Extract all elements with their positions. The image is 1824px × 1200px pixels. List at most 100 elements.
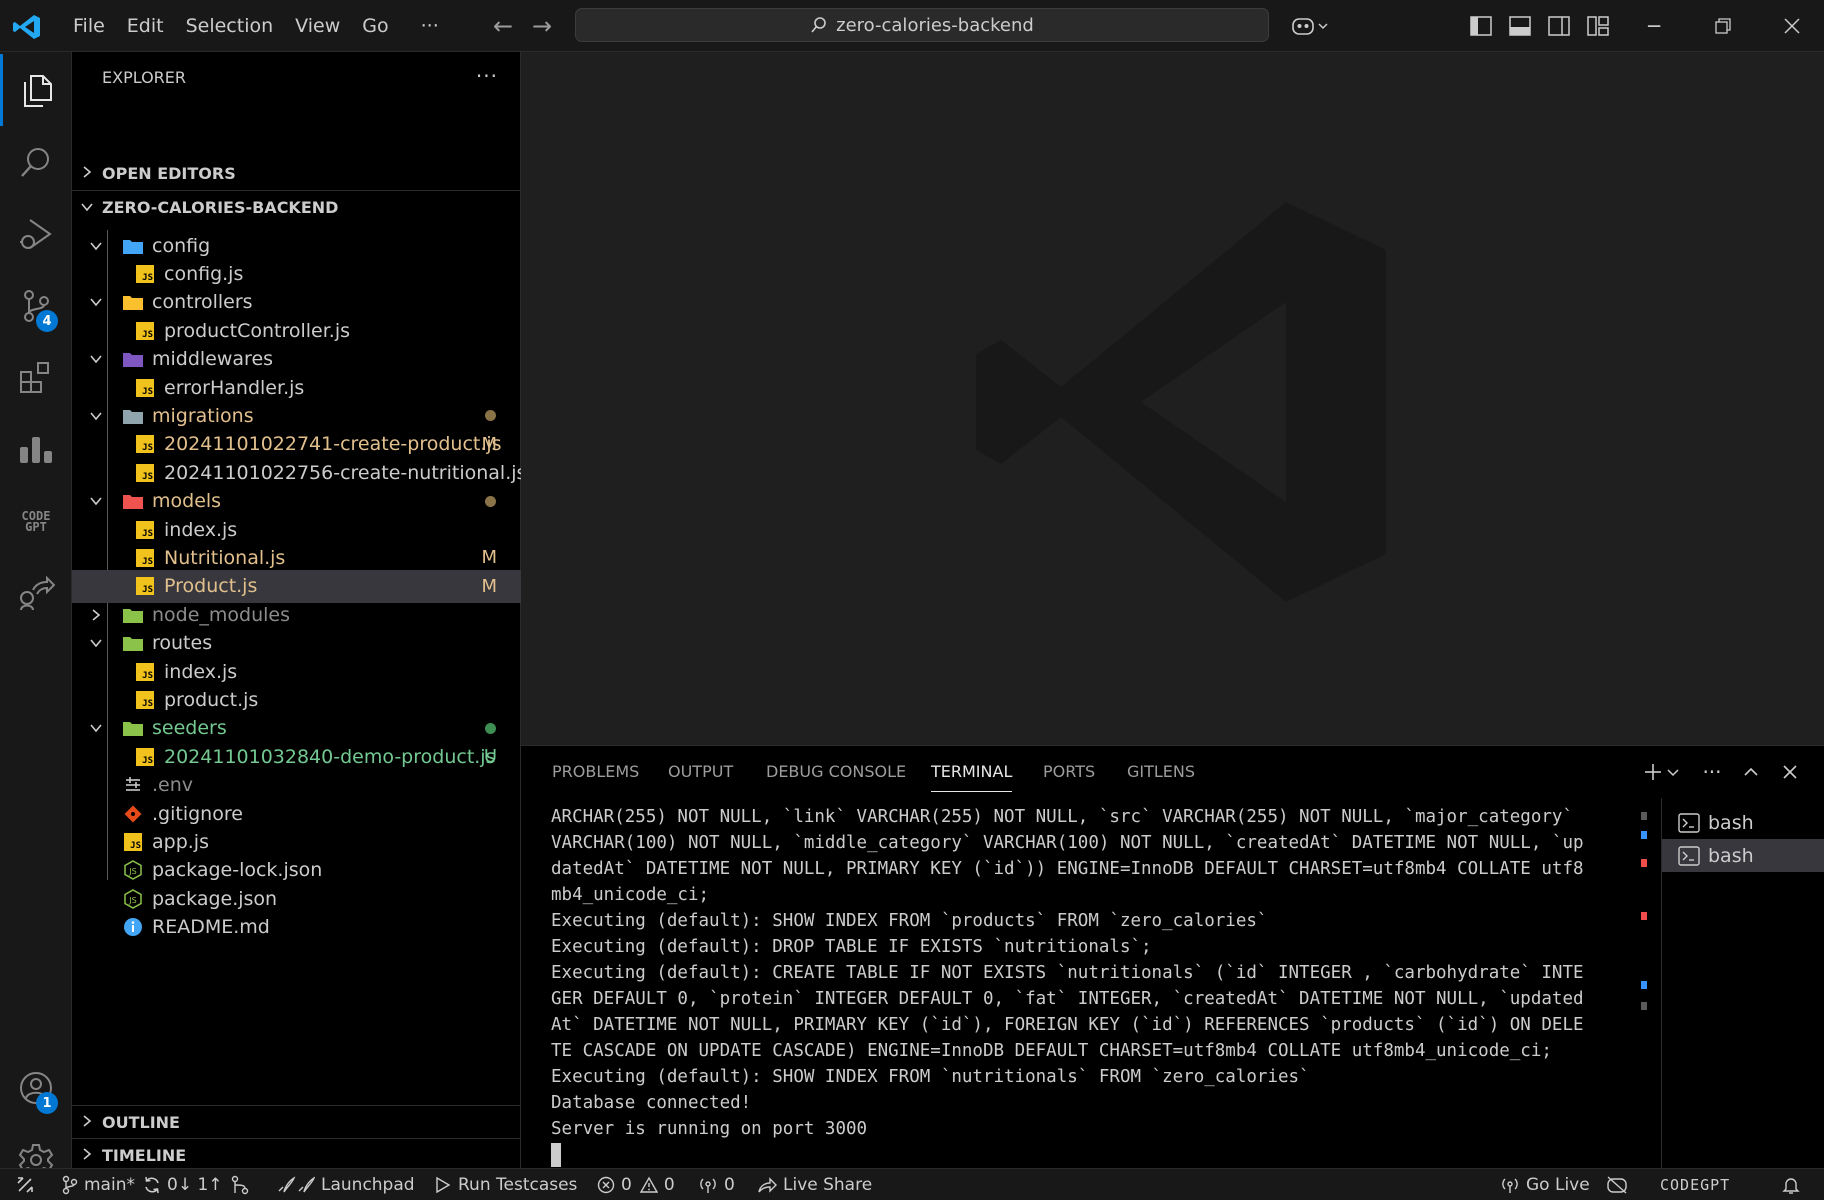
live-share-icon xyxy=(20,576,55,611)
launchpad-status[interactable]: Launchpad xyxy=(275,1169,415,1200)
live-share-label: Live Share xyxy=(783,1174,873,1195)
folder-icon xyxy=(122,490,144,512)
tab-gitlens[interactable]: GITLENS xyxy=(1127,762,1195,792)
file-readme-md[interactable]: README.md xyxy=(72,911,521,944)
toggle-panel-icon[interactable] xyxy=(1505,12,1535,40)
source-control-activity[interactable]: 4 xyxy=(0,270,72,342)
notifications-status[interactable] xyxy=(1782,1169,1806,1200)
project-root-section[interactable]: ZERO-CALORIES-BACKEND xyxy=(72,190,521,223)
copilot-icon[interactable] xyxy=(1286,12,1336,40)
terminal-line: At` DATETIME NOT NULL, PRIMARY KEY (`id`… xyxy=(551,1015,1584,1035)
menu-more[interactable]: ··· xyxy=(410,8,450,44)
restore-button[interactable] xyxy=(1703,10,1743,42)
charts-activity[interactable] xyxy=(0,414,72,486)
open-editors-section[interactable]: OPEN EDITORS xyxy=(72,157,521,190)
middlewares-folder-icon xyxy=(122,348,144,370)
terminal-item-bash-2[interactable]: bash xyxy=(1662,839,1824,872)
terminal-icon xyxy=(1678,845,1700,866)
terminal-item-bash-1[interactable]: bash xyxy=(1662,806,1824,839)
bell-icon xyxy=(1782,1177,1800,1194)
terminal-line: Executing (default): SHOW INDEX FROM `nu… xyxy=(551,1067,1310,1087)
close-panel-button[interactable] xyxy=(1776,758,1804,786)
javascript-file-icon: JS xyxy=(134,320,156,342)
sync-status[interactable]: 0↓ 1↑ xyxy=(143,1169,223,1200)
branch-status[interactable]: main* xyxy=(62,1169,135,1200)
explorer-more-button[interactable]: ··· xyxy=(476,64,498,88)
tree-item-label: models xyxy=(152,490,222,513)
maximize-panel-button[interactable] xyxy=(1737,758,1765,786)
menu-edit[interactable]: Edit xyxy=(116,8,175,44)
git-status-badge: U xyxy=(483,746,497,768)
live-share-activity[interactable] xyxy=(0,558,72,630)
run-testcases-label: Run Testcases xyxy=(458,1174,578,1195)
accounts-activity[interactable]: 1 xyxy=(0,1052,72,1124)
extensions-activity[interactable] xyxy=(0,342,72,414)
forward-arrow-icon[interactable]: → xyxy=(527,13,557,41)
timeline-section[interactable]: TIMELINE xyxy=(72,1138,521,1171)
search-activity[interactable] xyxy=(0,126,72,198)
javascript-file-icon: JS xyxy=(134,689,156,711)
back-arrow-icon[interactable]: ← xyxy=(488,13,518,41)
tab-output[interactable]: OUTPUT xyxy=(668,762,733,792)
close-window-button[interactable] xyxy=(1772,10,1812,42)
javascript-file-icon: JS xyxy=(134,433,156,455)
tab-problems[interactable]: PROBLEMS xyxy=(552,762,639,792)
tree-item-label: controllers xyxy=(152,291,253,314)
terminal-line: GER DEFAULT 0, `protein` INTEGER DEFAULT… xyxy=(551,989,1584,1009)
warning-count: 0 xyxy=(663,1174,675,1195)
terminal-line: VARCHAR(100) NOT NULL, `middle_category`… xyxy=(551,833,1584,853)
codegpt-status[interactable]: CODEGPT xyxy=(1660,1169,1730,1200)
source-control-badge: 4 xyxy=(36,310,58,332)
chevron-up-icon xyxy=(1744,767,1758,776)
tab-debug-console[interactable]: DEBUG CONSOLE xyxy=(766,762,906,792)
tree-item-label: node_modules xyxy=(152,603,291,626)
customize-layout-icon[interactable] xyxy=(1583,12,1613,40)
remote-indicator[interactable] xyxy=(0,1169,50,1200)
command-center-search[interactable]: zero-calories-backend xyxy=(575,8,1269,42)
live-share-status[interactable]: Live Share xyxy=(757,1169,872,1200)
terminal-line: Executing (default): DROP TABLE IF EXIST… xyxy=(551,937,1152,957)
toggle-secondary-sidebar-icon[interactable] xyxy=(1544,12,1574,40)
open-editors-label: OPEN EDITORS xyxy=(102,164,236,183)
codegpt-activity[interactable]: CODE GPT xyxy=(0,486,72,558)
tree-item-label: config.js xyxy=(164,262,244,285)
menu-file[interactable]: File xyxy=(62,8,116,44)
svg-text:JS: JS xyxy=(128,867,136,876)
tree-item-label: .gitignore xyxy=(152,802,243,825)
terminal-line: Database connected! xyxy=(551,1093,752,1113)
debug-icon xyxy=(20,219,52,249)
tab-terminal[interactable]: TERMINAL xyxy=(931,762,1013,792)
menu-selection[interactable]: Selection xyxy=(175,8,285,44)
tab-ports[interactable]: PORTS xyxy=(1043,762,1095,792)
activity-bar: 4 CODE GPT 1 xyxy=(0,52,72,1176)
explorer-activity[interactable] xyxy=(0,54,72,126)
tree-item-label: 20241101032840-demo-product.js xyxy=(164,745,496,768)
broadcast-icon xyxy=(700,1178,716,1193)
menu-go[interactable]: Go xyxy=(351,8,399,44)
terminal-output[interactable]: ARCHAR(255) NOT NULL, `link` VARCHAR(255… xyxy=(551,804,1651,1168)
javascript-file-icon: JS xyxy=(134,661,156,683)
problems-status[interactable]: 0 0 xyxy=(597,1169,675,1200)
run-debug-activity[interactable] xyxy=(0,198,72,270)
run-testcases-status[interactable]: Run Testcases xyxy=(434,1169,577,1200)
editor-area[interactable] xyxy=(521,52,1824,745)
git-graph-status[interactable] xyxy=(231,1169,255,1200)
terminal-list: bash bash xyxy=(1661,798,1824,1168)
menu-view[interactable]: View xyxy=(284,8,351,44)
chevron-down-icon xyxy=(86,349,106,369)
ports-status[interactable]: 0 xyxy=(698,1169,735,1200)
tree-item-label: index.js xyxy=(164,660,238,683)
warning-icon xyxy=(639,1176,658,1193)
go-live-status[interactable]: Go Live xyxy=(1500,1169,1590,1200)
close-icon xyxy=(1783,765,1797,779)
git-status-badge: M xyxy=(481,575,497,597)
terminal-dropdown-button[interactable] xyxy=(1663,758,1683,786)
accounts-badge: 1 xyxy=(36,1092,58,1114)
toggle-primary-sidebar-icon[interactable] xyxy=(1466,12,1496,40)
chevron-down-icon xyxy=(72,198,102,217)
copilot-status[interactable] xyxy=(1606,1169,1634,1200)
outline-section[interactable]: OUTLINE xyxy=(72,1105,521,1138)
minimize-button[interactable]: ─ xyxy=(1634,10,1674,42)
panel-more-button[interactable]: ··· xyxy=(1698,758,1726,786)
vscode-watermark-icon xyxy=(976,202,1386,602)
